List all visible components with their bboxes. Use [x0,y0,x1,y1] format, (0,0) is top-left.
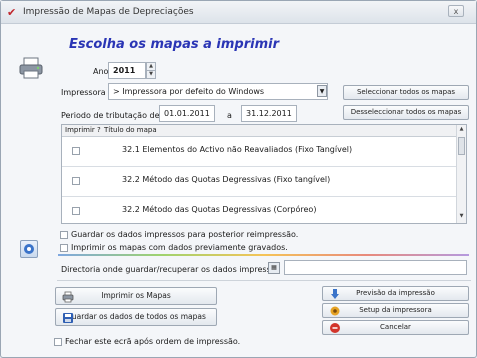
imprimir-gravados-label: Imprimir os mapas com dados previamente … [71,243,288,252]
setup-label: Setup da impressora [359,306,432,314]
title-bar: ✔ Impressão de Mapas de Depreciações x [1,1,476,24]
setup-button[interactable]: Setup da impressora [322,303,469,318]
chevron-down-icon[interactable]: ▼ [317,85,327,97]
page-heading: Escolha os mapas a imprimir [69,37,280,52]
color-stripe [58,254,469,256]
window-title: Impressão de Mapas de Depreciações [23,7,194,17]
periodo-separator: a [227,111,232,120]
print-maps-dialog: ✔ Impressão de Mapas de Depreciações x E… [0,0,477,358]
cancel-icon [330,323,340,333]
periodo-to-input[interactable]: 31.12.2011 [241,105,297,122]
previsao-label: Previsão da impressão [356,289,435,297]
table-row[interactable]: 32.2 Método das Quotas Degressivas (Fixo… [62,167,456,197]
fechar-checkbox[interactable] [54,338,62,346]
scroll-thumb[interactable] [458,137,465,155]
table-row[interactable]: 32.2 Método das Quotas Degressivas (Corp… [62,197,456,223]
select-all-button[interactable]: Seleccionar todos os mapas [343,85,469,100]
fechar-label: Fechar este ecrã após ordem de impressão… [65,337,241,346]
periodo-from-input[interactable]: 01.01.2011 [159,105,215,122]
table-scrollbar[interactable]: ▲ ▼ [456,125,466,223]
preview-icon [331,289,339,299]
cancelar-button[interactable]: Cancelar [322,320,469,335]
app-check-icon: ✔ [7,6,17,19]
periodo-label: Periodo de tributação de [61,111,160,120]
separator [57,280,471,281]
previsao-button[interactable]: Previsão da impressão [322,286,469,301]
guardar-todos-label: Guardar os dados de todos os mapas [66,312,206,321]
table-row[interactable]: 32.1 Elementos do Activo não Reavaliados… [62,137,456,167]
row-print-checkbox[interactable] [72,207,80,215]
imprimir-mapas-button[interactable]: Imprimir os Mapas [55,287,217,305]
save-icon [63,313,73,323]
setup-icon [330,306,340,316]
scroll-up-icon[interactable]: ▲ [457,126,466,132]
ano-spin-down[interactable]: ▼ [146,70,156,79]
imprimir-mapas-label: Imprimir os Mapas [101,291,171,300]
row-title: 32.2 Método das Quotas Degressivas (Corp… [122,205,317,214]
ano-label: Ano [93,67,109,76]
table-header: Imprimir ? Título do mapa [62,125,456,137]
row-title: 32.2 Método das Quotas Degressivas (Fixo… [122,175,331,184]
col-imprimir-header: Imprimir ? [65,126,101,134]
help-icon[interactable] [20,240,38,258]
ano-input[interactable]: 2011 [108,62,146,79]
close-button[interactable]: x [448,5,464,17]
deselect-all-button[interactable]: Desseleccionar todos os mapas [343,105,469,120]
row-title: 32.1 Elementos do Activo não Reavaliados… [122,145,353,154]
col-titulo-header: Título do mapa [104,126,157,134]
scroll-down-icon[interactable]: ▼ [457,213,466,219]
guardar-todos-button[interactable]: Guardar os dados de todos os mapas [55,308,217,326]
cancelar-label: Cancelar [380,323,411,331]
guardar-dados-label: Guardar os dados impressos para posterio… [71,230,299,239]
guardar-dados-checkbox[interactable] [60,231,68,239]
print-icon [62,291,74,303]
directoria-input[interactable] [284,260,467,275]
printer-icon [19,57,43,79]
row-print-checkbox[interactable] [72,147,80,155]
row-print-checkbox[interactable] [72,177,80,185]
impressora-label: Impressora [61,88,106,97]
impressora-select[interactable]: > Impressora por defeito do Windows [108,83,328,100]
maps-table: Imprimir ? Título do mapa 32.1 Elementos… [61,124,467,224]
directoria-label: Directoria onde guardar/recuperar os dad… [61,265,280,274]
imprimir-gravados-checkbox[interactable] [60,244,68,252]
folder-browse-button[interactable]: ▦ [268,262,280,274]
